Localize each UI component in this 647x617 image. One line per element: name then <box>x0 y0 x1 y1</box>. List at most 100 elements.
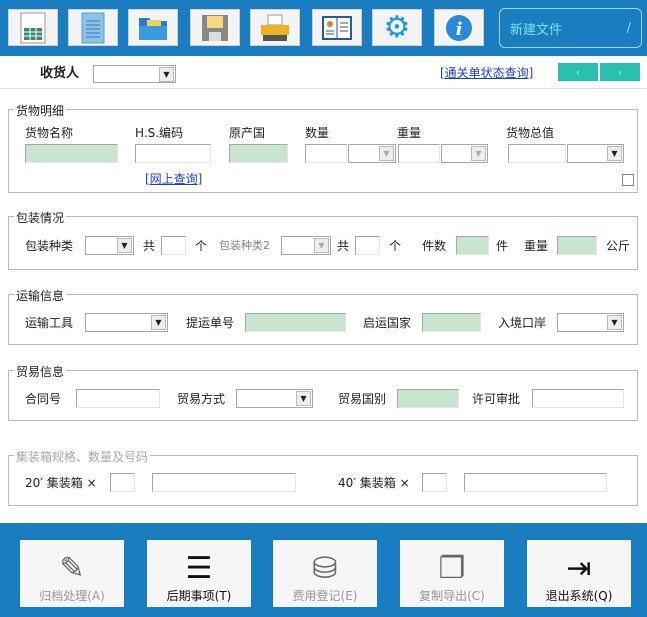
archive-button[interactable]: ✎ 归档处理(A) <box>20 540 124 607</box>
trade-country-input[interactable] <box>397 389 459 408</box>
container-40-label: 40′ 集装箱 × <box>338 476 410 490</box>
coins-icon: ⛁ <box>312 551 338 586</box>
origin-label: 原产国 <box>229 126 266 140</box>
total-label-1: 共 <box>143 239 156 253</box>
exit-button[interactable]: ⇥ 退出系统(Q) <box>527 540 631 607</box>
folder-open-icon <box>139 17 167 40</box>
file-suffix: / <box>626 20 631 36</box>
list-icon: ☰ <box>185 551 213 586</box>
chevron-down-icon: ▼ <box>296 391 311 406</box>
total-label-2: 共 <box>337 239 350 253</box>
gear-icon: ⚙ <box>383 10 411 45</box>
copy-documents-icon: ❐ <box>438 551 466 586</box>
file-name-display[interactable]: 新建文件 / <box>499 8 642 48</box>
quantity-unit-select[interactable]: ▼ <box>348 144 396 163</box>
chevron-down-icon: ▼ <box>159 67 174 82</box>
exit-icon: ⇥ <box>566 551 592 586</box>
container-legend: 集装箱规格、数量及号码 <box>14 448 151 465</box>
container-20-numbers-input[interactable] <box>152 473 296 492</box>
new-spreadsheet-button[interactable] <box>8 9 58 46</box>
chevron-down-icon: ▼ <box>607 146 622 161</box>
contract-label: 合同号 <box>25 392 62 406</box>
online-query-link[interactable]: [网上查询] <box>145 172 202 186</box>
status-query-link[interactable]: [通关单状态查询] <box>440 66 533 80</box>
info-button[interactable]: i <box>434 9 484 46</box>
prev-button[interactable]: ‹ <box>558 63 598 81</box>
trade-mode-select[interactable]: ▼ <box>236 389 313 408</box>
print-button[interactable] <box>250 9 300 46</box>
departure-country-input[interactable] <box>422 313 481 332</box>
bill-no-input[interactable] <box>245 313 346 332</box>
next-button[interactable]: › <box>600 63 640 81</box>
unit-label-2: 个 <box>389 239 402 253</box>
address-book-button[interactable] <box>312 9 362 46</box>
packing-type2-label: 包装种类2 <box>219 239 270 252</box>
quantity-label: 数量 <box>305 126 330 140</box>
packing-count-input-1[interactable] <box>161 236 186 255</box>
packing-type2-select[interactable]: ▼ <box>281 236 331 255</box>
packing-weight-input[interactable] <box>557 236 597 255</box>
chevron-left-icon: ‹ <box>575 65 581 79</box>
pieces-label: 件数 <box>422 239 447 253</box>
trade-mode-label: 贸易方式 <box>177 392 226 406</box>
save-button[interactable] <box>190 9 240 46</box>
goods-checkbox[interactable] <box>622 174 634 186</box>
container-40-count-input[interactable] <box>422 473 447 492</box>
open-folder-button[interactable] <box>128 9 178 46</box>
trade-legend: 贸易信息 <box>14 363 67 380</box>
weight-input[interactable] <box>398 144 440 163</box>
container-20-count-input[interactable] <box>110 473 135 492</box>
hs-code-input[interactable] <box>135 144 211 163</box>
chevron-down-icon: ▼ <box>151 315 166 330</box>
origin-input[interactable] <box>229 144 288 163</box>
container-20-label: 20′ 集装箱 × <box>25 476 97 490</box>
pieces-unit: 件 <box>496 239 509 253</box>
hs-code-label: H.S.编码 <box>135 126 184 140</box>
file-name: 新建文件 <box>510 22 563 38</box>
weight-label: 重量 <box>397 126 422 140</box>
pencil-icon: ✎ <box>59 551 85 586</box>
transport-tool-select[interactable]: ▼ <box>85 313 168 332</box>
packing-legend: 包装情况 <box>14 209 67 226</box>
chevron-right-icon: › <box>617 65 623 79</box>
trade-country-label: 贸易国别 <box>338 392 387 406</box>
pieces-input[interactable] <box>456 236 489 255</box>
fee-register-label: 费用登记(E) <box>292 589 358 603</box>
archive-label: 归档处理(A) <box>39 589 105 603</box>
packing-type-select[interactable]: ▼ <box>85 236 134 255</box>
goods-legend: 货物明细 <box>14 102 67 119</box>
document-button[interactable] <box>68 9 118 46</box>
entry-port-label: 入境口岸 <box>498 316 547 330</box>
weight-unit-select[interactable]: ▼ <box>441 144 488 163</box>
copy-export-label: 复制导出(C) <box>419 589 485 603</box>
currency-select[interactable]: ▼ <box>567 144 624 163</box>
follow-up-label: 后期事项(T) <box>166 589 232 603</box>
exit-label: 退出系统(Q) <box>545 589 613 603</box>
consignee-select[interactable]: ▼ <box>93 65 176 83</box>
goods-name-input[interactable] <box>25 144 118 163</box>
goods-name-label: 货物名称 <box>25 126 74 140</box>
container-40-numbers-input[interactable] <box>464 473 607 492</box>
chevron-down-icon: ▼ <box>471 146 486 161</box>
packing-count-input-2[interactable] <box>355 236 380 255</box>
contract-input[interactable] <box>76 389 160 408</box>
chevron-down-icon: ▼ <box>117 238 132 253</box>
address-book-icon <box>322 15 352 40</box>
quantity-input[interactable] <box>305 144 347 163</box>
license-input[interactable] <box>532 389 624 408</box>
departure-country-label: 启运国家 <box>363 316 412 330</box>
transport-tool-label: 运输工具 <box>25 316 74 330</box>
packing-weight-label: 重量 <box>524 239 549 253</box>
copy-export-button[interactable]: ❐ 复制导出(C) <box>400 540 504 607</box>
document-icon <box>81 12 105 43</box>
chevron-down-icon: ▼ <box>314 238 329 253</box>
fee-register-button[interactable]: ⛁ 费用登记(E) <box>273 540 377 607</box>
info-icon: i <box>446 14 472 41</box>
divider <box>0 88 647 89</box>
follow-up-button[interactable]: ☰ 后期事项(T) <box>147 540 251 607</box>
total-value-input[interactable] <box>508 144 566 163</box>
entry-port-select[interactable]: ▼ <box>557 313 624 332</box>
chevron-down-icon: ▼ <box>379 146 394 161</box>
settings-button[interactable]: ⚙ <box>372 9 422 46</box>
unit-label-1: 个 <box>195 239 208 253</box>
